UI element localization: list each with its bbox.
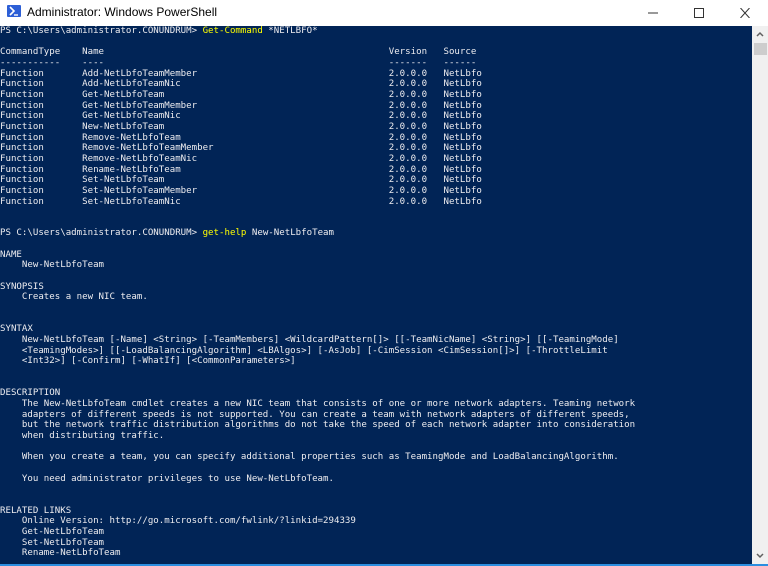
chevron-down-icon [756, 553, 764, 559]
table-row: Function Add-NetLbfoTeamNic 2.0.0.0 NetL… [0, 79, 482, 90]
help-text: When you create a team, you can specify … [0, 452, 619, 463]
table-row: Function Set-NetLbfoTeamMember 2.0.0.0 N… [0, 185, 482, 196]
help-text: when distributing traffic. [0, 430, 165, 441]
help-text: New-NetLbfoTeam [0, 260, 105, 271]
help-text: <Int32>] [-Confirm] [-WhatIf] [<CommonPa… [0, 356, 296, 367]
prompt-text: PS C:\Users\administrator.CONUNDRUM> [0, 26, 203, 36]
help-heading: SYNOPSIS [0, 281, 44, 292]
table-row: Function Add-NetLbfoTeamMember 2.0.0.0 N… [0, 68, 482, 79]
related-link: Rename-NetLbfoTeam [0, 548, 121, 559]
related-link: Get-NetLbfoTeam [0, 526, 105, 537]
table-row: Function Remove-NetLbfoTeamNic 2.0.0.0 N… [0, 153, 482, 164]
console-lines: PS C:\Users\administrator.CONUNDRUM> Get… [0, 26, 635, 559]
table-row: Function Remove-NetLbfoTeam 2.0.0.0 NetL… [0, 132, 482, 143]
prompt-line: PS C:\Users\administrator.CONUNDRUM> get… [0, 228, 635, 239]
command-name: get-help [202, 228, 247, 239]
scroll-up-button[interactable] [752, 26, 768, 42]
maximize-icon [694, 8, 704, 18]
table-row: Function New-NetLbfoTeam 2.0.0.0 NetLbfo [0, 121, 482, 132]
related-link: Online Version: http://go.microsoft.com/… [0, 516, 356, 527]
help-heading: NAME [0, 249, 22, 260]
help-text: Creates a new NIC team. [0, 292, 148, 303]
table-row: Function Get-NetLbfoTeam 2.0.0.0 NetLbfo [0, 89, 482, 100]
table-row: Function Get-NetLbfoTeamMember 2.0.0.0 N… [0, 100, 482, 111]
help-text: but the network traffic distribution alg… [0, 420, 636, 431]
related-link: Set-NetLbfoTeam [0, 537, 105, 548]
help-text: You need administrator privileges to use… [0, 473, 334, 484]
command-args: *NETLBFO* [262, 26, 318, 36]
help-heading: RELATED LINKS [0, 505, 72, 516]
maximize-button[interactable] [676, 0, 722, 26]
console-output[interactable]: PS C:\Users\administrator.CONUNDRUM> Get… [0, 26, 752, 564]
scrollbar-thumb[interactable] [754, 43, 767, 55]
vertical-scrollbar[interactable] [752, 26, 768, 564]
scroll-down-button[interactable] [752, 548, 768, 564]
help-text: <TeamingModes>] [[-LoadBalancingAlgorith… [0, 345, 608, 356]
help-text: adapters of different speeds is not supp… [0, 409, 630, 420]
table-row: Function Set-NetLbfoTeamNic 2.0.0.0 NetL… [0, 196, 482, 207]
table-row: Function Set-NetLbfoTeam 2.0.0.0 NetLbfo [0, 175, 482, 186]
prompt-text: PS C:\Users\administrator.CONUNDRUM> [0, 228, 203, 239]
command-name: Get-Command [202, 26, 263, 36]
minimize-icon [648, 12, 658, 14]
title-bar: Administrator: Windows PowerShell [0, 0, 768, 26]
help-heading: SYNTAX [0, 324, 33, 335]
close-icon [740, 8, 750, 18]
table-row: Function Remove-NetLbfoTeamMember 2.0.0.… [0, 143, 482, 154]
close-button[interactable] [722, 0, 768, 26]
command-args: New-NetLbfoTeam [246, 228, 334, 239]
table-row: Function Rename-NetLbfoTeam 2.0.0.0 NetL… [0, 164, 482, 175]
table-underline: ----------- ---- ------- ------ [0, 57, 477, 68]
table-row: Function Get-NetLbfoTeamNic 2.0.0.0 NetL… [0, 111, 482, 122]
help-text: The New-NetLbfoTeam cmdlet creates a new… [0, 398, 636, 409]
chevron-up-icon [756, 31, 764, 37]
table-header: CommandType Name Version Source [0, 47, 477, 58]
prompt-line: PS C:\Users\administrator.CONUNDRUM> Get… [0, 26, 635, 37]
window-title: Administrator: Windows PowerShell [27, 5, 218, 19]
help-text: New-NetLbfoTeam [-Name] <String> [-TeamM… [0, 335, 619, 346]
minimize-button[interactable] [630, 0, 676, 26]
powershell-icon [7, 5, 21, 17]
help-heading: DESCRIPTION [0, 388, 61, 399]
